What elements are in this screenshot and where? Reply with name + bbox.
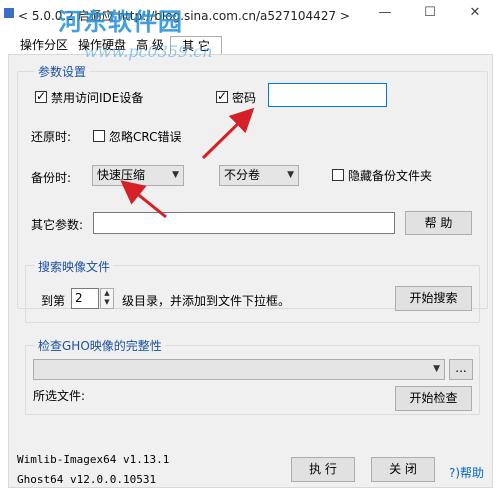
- annotation-arrows: [120, 107, 255, 219]
- arrow-to-compress: [120, 180, 167, 219]
- arrow-to-password: [201, 107, 255, 160]
